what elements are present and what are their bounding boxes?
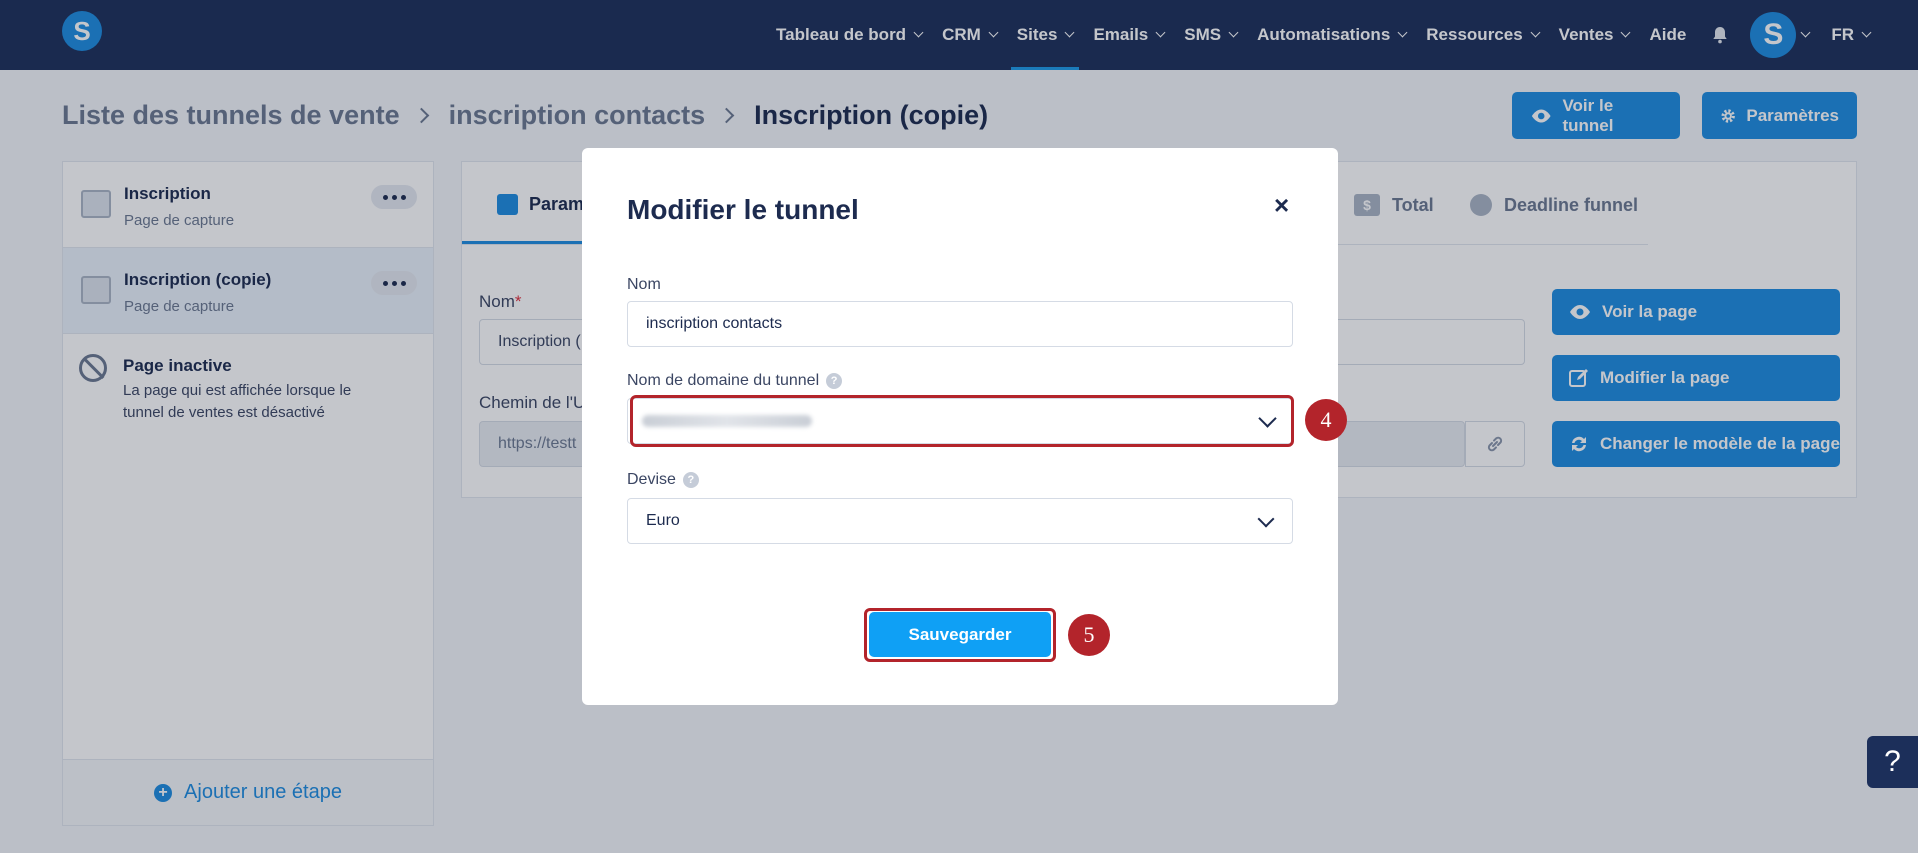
highlight-box bbox=[630, 395, 1294, 447]
help-icon[interactable]: ? bbox=[826, 373, 843, 389]
currency-label-text: Devise bbox=[627, 471, 676, 488]
currency-label: Devise ? bbox=[627, 471, 699, 489]
help-button[interactable]: ? bbox=[1867, 736, 1918, 788]
save-button[interactable]: Sauvegarder bbox=[869, 612, 1051, 657]
close-icon[interactable]: × bbox=[1274, 190, 1289, 221]
funnel-name-value: inscription contacts bbox=[646, 315, 783, 332]
funnel-name-input[interactable]: inscription contacts bbox=[627, 301, 1293, 347]
domain-label: Nom de domaine du tunnel ? bbox=[627, 372, 843, 390]
currency-select[interactable]: Euro bbox=[627, 498, 1293, 544]
edit-funnel-modal: Modifier le tunnel × Nom inscription con… bbox=[582, 148, 1338, 705]
step-badge: 5 bbox=[1068, 614, 1110, 656]
chevron-down-icon bbox=[1257, 510, 1275, 528]
step-badge: 4 bbox=[1305, 399, 1347, 441]
currency-value: Euro bbox=[646, 512, 680, 529]
funnel-name-label: Nom bbox=[627, 276, 661, 293]
modal-title: Modifier le tunnel bbox=[627, 194, 859, 225]
help-icon[interactable]: ? bbox=[682, 472, 699, 488]
domain-label-text: Nom de domaine du tunnel bbox=[627, 372, 820, 389]
